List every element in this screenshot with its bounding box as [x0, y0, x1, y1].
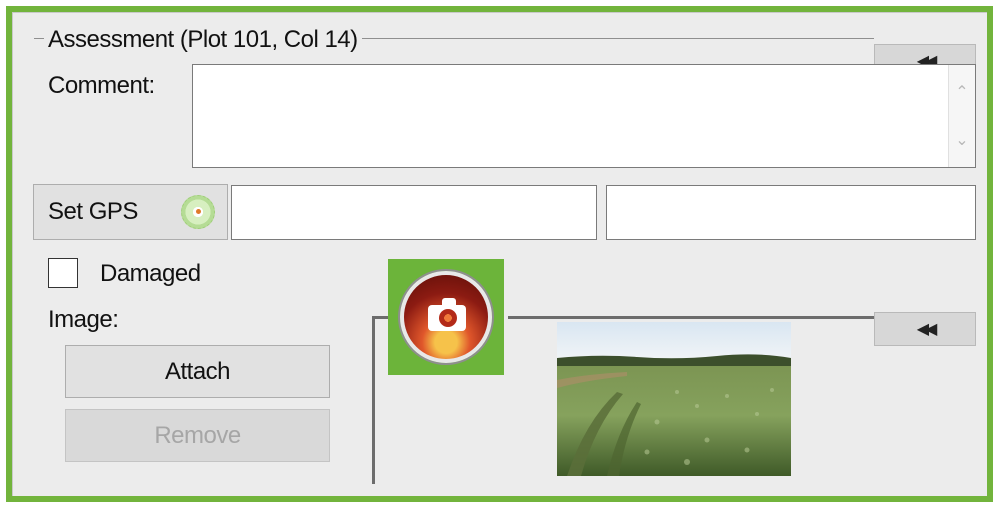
gps-target-icon	[181, 195, 215, 229]
field-photo-image	[557, 322, 791, 476]
comment-label: Comment:	[48, 72, 155, 99]
image-label: Image:	[48, 306, 119, 333]
set-gps-label: Set GPS	[48, 198, 138, 225]
group-box-title: Assessment (Plot 101, Col 14)	[44, 26, 362, 54]
chevron-down-icon[interactable]: ⌄	[949, 127, 975, 153]
latitude-field[interactable]	[231, 185, 597, 240]
attached-field-photo[interactable]	[557, 322, 791, 476]
remove-label: Remove	[154, 421, 241, 449]
image-connector-line	[372, 316, 375, 484]
image-header-line	[508, 316, 874, 319]
attach-button[interactable]: Attach	[65, 345, 330, 398]
collapse-image-button[interactable]: ◀◀	[874, 312, 976, 346]
longitude-field[interactable]	[606, 185, 976, 240]
camera-icon	[400, 271, 492, 363]
damaged-checkbox[interactable]	[48, 258, 78, 288]
chevron-up-icon[interactable]: ⌃	[949, 79, 975, 105]
attach-label: Attach	[164, 357, 231, 385]
camera-button[interactable]	[388, 259, 504, 375]
damaged-label: Damaged	[100, 260, 201, 287]
comment-textarea[interactable]: ⌃ ⌄	[192, 64, 976, 168]
set-gps-button[interactable]: Set GPS	[33, 184, 228, 240]
double-chevron-left-icon: ◀◀	[916, 321, 938, 338]
comment-scrollbar[interactable]: ⌃ ⌄	[948, 65, 975, 167]
remove-button[interactable]: Remove	[65, 409, 330, 462]
